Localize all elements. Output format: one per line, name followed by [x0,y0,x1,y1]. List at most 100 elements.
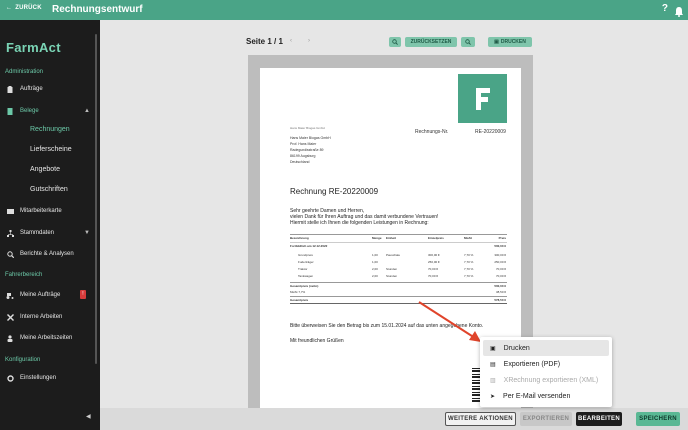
sidebar: FarmAct Administration Aufträge Belege ▲… [0,20,100,430]
more-actions-button[interactable]: WEITERE AKTIONEN [445,412,516,426]
zoom-out-icon [392,39,398,45]
tree-icon [6,229,14,237]
user-clock-icon [6,334,14,342]
pdf-file-icon: ▤ [490,361,496,368]
table-cell: Gesamtpreis (netto) [290,284,319,288]
gear-icon [6,374,14,382]
sidebar-sub-gutschriften[interactable]: Gutschriften [30,186,68,193]
menu-item-email[interactable]: ➤ Per E-Mail versenden [480,388,612,404]
sidebar-item-label: Interne Arbeiten [20,314,63,320]
table-cell: 7,70 % [464,274,474,278]
sidebar-item-mitarbeiterkarte[interactable]: Mitarbeiterkarte [6,206,90,216]
printer-icon: ▣ [494,39,499,45]
table-cell: 500,00 € [494,284,506,288]
table-cell: Tankwagen [298,274,314,278]
menu-item-label: XRechnung exportieren (XML) [503,376,599,384]
help-icon[interactable]: ? [662,3,668,14]
sidebar-item-stammdaten[interactable]: Stammdaten ▼ [6,228,90,238]
sidebar-item-interne[interactable]: Interne Arbeiten [6,312,90,322]
recipient-street: Radegundisstraße 89 [290,148,324,152]
sidebar-item-meine-auftraege[interactable]: Meine Aufträge [6,290,90,300]
recipient-line: Prof. Hans Maier [290,142,317,146]
table-cell: 2,00 [372,267,378,271]
reset-zoom-button[interactable]: ZURÜCKSETZEN [405,37,457,47]
table-cell: 70,00 € [428,267,439,271]
table-cell: Einheit [386,236,397,240]
sidebar-item-label: Stammdaten [20,230,55,236]
closing: Mit freundlichen Grüßen [290,338,344,344]
chevron-up-icon: ▲ [84,108,90,114]
sidebar-item-label: Belege [20,108,39,114]
thanks-line-2: Hiermit stelle ich Ihnen die folgenden L… [290,220,429,226]
map-icon [6,207,14,215]
table-cell: Preis [498,236,506,240]
table-cell: Traktor [298,267,308,271]
table-cell: MwSt 7,7% [290,290,306,294]
table-cell: 500,00 € [494,244,506,248]
invoice-no: RE-20220009 [475,129,506,135]
table-cell: 7,70 % [464,260,474,264]
table-cell: 70,00 € [495,274,506,278]
document-icon [6,107,14,115]
zoom-in-button[interactable] [461,37,475,47]
sidebar-item-berichte[interactable]: Berichte & Analysen [6,249,90,259]
back-button[interactable]: ← ZURÜCK [6,5,42,11]
printer-icon: ▣ [490,345,496,352]
logo: FarmAct [6,40,61,55]
tools-icon [6,313,14,321]
sidebar-sub-rechnungen[interactable]: Rechnungen [30,126,70,133]
table-cell: Pauschale [386,253,401,257]
table-cell: Einzelpreis [428,236,444,240]
recipient-name: Hans Maier Biogas GmbH [290,136,331,140]
menu-item-label: Exportieren (PDF) [503,360,561,368]
next-page-icon[interactable]: › [308,38,310,44]
edit-button[interactable]: BEARBEITEN [576,412,622,426]
sidebar-sub-lieferscheine[interactable]: Lieferscheine [30,146,72,153]
menu-item-export-xml[interactable]: ▥ XRechnung exportieren (XML) [480,372,612,388]
menu-item-label: Per E-Mail versenden [503,392,571,400]
zoom-in-icon [465,39,471,45]
table-cell: Grundpreis [298,253,313,257]
table-cell: Fortbildlich am 12.12.2022 [290,244,328,248]
section-konfig: Konfiguration [5,357,41,363]
recipient-country: Deutschland [290,160,310,164]
sidebar-item-belege[interactable]: Belege ▲ [6,106,90,116]
table-rule [290,234,507,235]
menu-item-print[interactable]: ▣ Drucken [483,340,609,356]
table-cell: 70,00 € [428,274,439,278]
menu-item-export-pdf[interactable]: ▤ Exportieren (PDF) [480,356,612,372]
company-logo [458,74,507,123]
section-fahrer: Fahrerbereich [5,272,43,278]
table-cell: 70,00 € [495,267,506,271]
table-cell: 300,00 € [494,253,506,257]
table-cell: 250,00 € [428,260,440,264]
sidebar-item-auftraege[interactable]: Aufträge [6,84,90,94]
sender-line: Hans Maier Biogas GmbH [290,126,325,130]
table-cell: 1,00 [372,253,378,257]
print-button[interactable]: ▣ DRUCKEN [488,37,532,47]
sidebar-item-label: Aufträge [20,86,43,92]
zoom-out-button[interactable] [389,37,401,47]
prev-page-icon[interactable]: ‹ [290,38,292,44]
xml-file-icon: ▥ [490,377,496,384]
save-button[interactable]: SPEICHERN [636,412,680,426]
notification-badge: ! [80,290,86,299]
table-cell: 250,00 € [494,260,506,264]
tractor-icon [6,291,14,299]
bell-icon[interactable] [675,4,683,22]
sidebar-sub-angebote[interactable]: Angebote [30,166,60,173]
sidebar-item-einstellungen[interactable]: Einstellungen [6,373,90,383]
collapse-sidebar-icon[interactable]: ◀ [86,413,91,420]
annotation-arrow [418,301,481,342]
recipient-city: 86199 Augsburg [290,154,316,158]
table-cell: Bezeichnung [290,236,309,240]
export-button[interactable]: EXPORTIEREN [520,412,572,426]
sidebar-item-label: Meine Aufträge [20,292,61,298]
more-actions-menu: ▣ Drucken ▤ Exportieren (PDF) ▥ XRechnun… [480,337,612,407]
arrow-left-icon: ← [6,5,13,11]
table-cell: Stunden [386,274,398,278]
table-cell: Fuderträger [298,260,314,264]
table-cell: 38,50 € [495,290,506,294]
sidebar-scrollbar[interactable] [95,34,97,364]
sidebar-item-arbeitszeiten[interactable]: Meine Arbeitszeiten [6,333,90,343]
